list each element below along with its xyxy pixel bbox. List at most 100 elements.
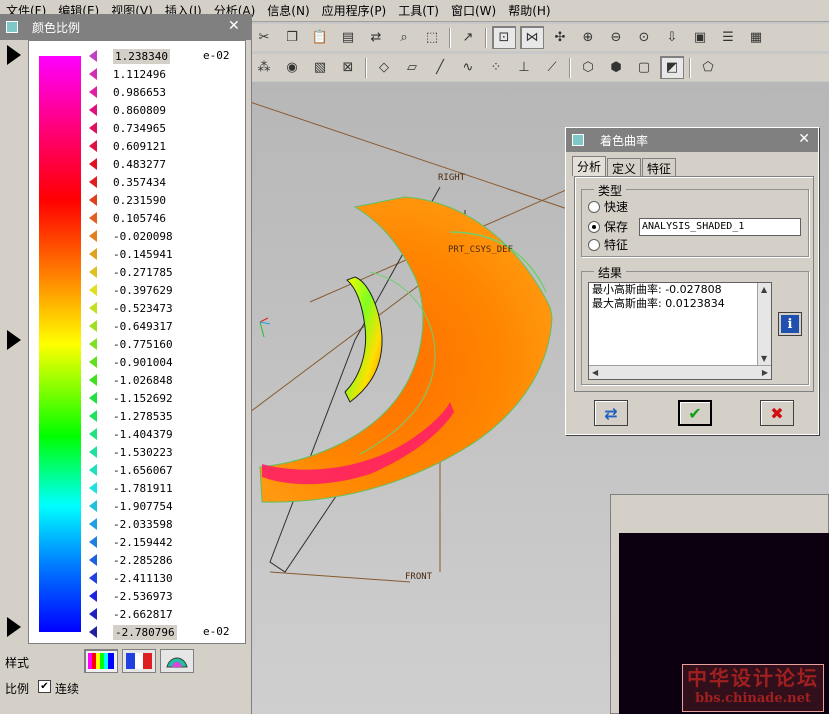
scale-marker-icon[interactable]: [89, 518, 97, 530]
scale-marker-icon[interactable]: [89, 68, 97, 80]
scale-marker-icon[interactable]: [89, 140, 97, 152]
result-horizontal-scrollbar[interactable]: ◀ ▶: [589, 365, 771, 379]
scale-marker-icon[interactable]: [89, 572, 97, 584]
scale-marker-icon[interactable]: [89, 482, 97, 494]
paste-icon[interactable]: 📋: [308, 26, 332, 49]
info-button[interactable]: i: [778, 312, 802, 336]
scale-value[interactable]: -2.780796: [113, 624, 177, 640]
copy-icon[interactable]: ❐: [280, 26, 304, 49]
tab-analysis[interactable]: 分析: [572, 156, 607, 176]
radio-save[interactable]: [588, 220, 600, 233]
scale-marker-icon[interactable]: [89, 104, 97, 116]
radio-save-row[interactable]: 保存: [588, 218, 628, 235]
analysis-name-input[interactable]: ANALYSIS_SHADED_1: [639, 218, 801, 236]
dialog-titlebar[interactable]: 着色曲率: [566, 128, 818, 152]
shade-icon[interactable]: ◉: [280, 56, 304, 79]
point-display-icon[interactable]: ⁘: [484, 56, 508, 79]
radio-quick[interactable]: [588, 200, 600, 213]
axis-line-icon[interactable]: ╱: [428, 56, 452, 79]
shaded-surface[interactable]: [259, 196, 553, 503]
refit-icon[interactable]: ⊡: [492, 26, 516, 49]
scale-marker-icon[interactable]: [89, 428, 97, 440]
scale-marker-icon[interactable]: [89, 158, 97, 170]
paste-special-icon[interactable]: ▤: [336, 26, 360, 49]
zoom-out-icon[interactable]: ⊖: [604, 26, 628, 49]
select-box-icon[interactable]: ⬚: [420, 26, 444, 49]
tab-definition[interactable]: 定义: [607, 158, 642, 176]
scale-marker-icon[interactable]: [89, 194, 97, 206]
scale-marker-icon[interactable]: [89, 122, 97, 134]
scale-marker-icon[interactable]: [89, 320, 97, 332]
scroll-up-icon[interactable]: ▲: [761, 285, 767, 294]
tab-feature[interactable]: 特征: [642, 158, 677, 176]
scale-marker-icon[interactable]: [89, 284, 97, 296]
close-icon[interactable]: ✕: [798, 131, 810, 147]
menu-window[interactable]: 窗口(W): [451, 2, 504, 19]
range-mid-arrow-icon[interactable]: [7, 330, 21, 350]
orient-icon[interactable]: ✣: [548, 26, 572, 49]
close-icon[interactable]: ✕: [228, 18, 240, 34]
menu-tools[interactable]: 工具(T): [398, 2, 447, 19]
zoom-in-icon[interactable]: ⊕: [576, 26, 600, 49]
menu-applications[interactable]: 应用程序(P): [322, 2, 395, 19]
range-top-arrow-icon[interactable]: [7, 45, 21, 65]
cut-icon[interactable]: ✂: [252, 26, 276, 49]
model-display-icon[interactable]: ▦: [744, 26, 768, 49]
scale-marker-icon[interactable]: [89, 500, 97, 512]
no-hidden-icon[interactable]: ▢: [632, 56, 656, 79]
range-bottom-arrow-icon[interactable]: [7, 617, 21, 637]
scale-marker-icon[interactable]: [89, 446, 97, 458]
scroll-down-icon[interactable]: ▼: [761, 354, 767, 363]
style-spectrum-button[interactable]: [84, 649, 118, 673]
scale-marker-icon[interactable]: [89, 536, 97, 548]
menu-info[interactable]: 信息(N): [267, 2, 317, 19]
hidden-line-icon[interactable]: ⬢: [604, 56, 628, 79]
scale-marker-icon[interactable]: [89, 356, 97, 368]
radio-quick-row[interactable]: 快速: [588, 198, 628, 215]
scale-marker-icon[interactable]: [89, 554, 97, 566]
reorient-icon[interactable]: ⇩: [660, 26, 684, 49]
cancel-button[interactable]: ✖: [760, 400, 794, 426]
scale-marker-icon[interactable]: [89, 410, 97, 422]
curve-display-icon[interactable]: ∿: [456, 56, 480, 79]
scale-marker-icon[interactable]: [89, 392, 97, 404]
plane-display-icon[interactable]: ◇: [372, 56, 396, 79]
close-window-icon[interactable]: ⊠: [336, 56, 360, 79]
scale-marker-icon[interactable]: [89, 608, 97, 620]
wireframe-icon[interactable]: ⬡: [576, 56, 600, 79]
color-scale-titlebar[interactable]: 颜色比例: [0, 14, 251, 40]
edit-icon[interactable]: ⬠: [696, 56, 720, 79]
scale-marker-icon[interactable]: [89, 464, 97, 476]
image-icon[interactable]: ▧: [308, 56, 332, 79]
menu-help[interactable]: 帮助(H): [508, 2, 558, 19]
layers-icon[interactable]: ☰: [716, 26, 740, 49]
scale-marker-icon[interactable]: [89, 302, 97, 314]
saved-views-icon[interactable]: ▣: [688, 26, 712, 49]
result-vertical-scrollbar[interactable]: ▲ ▼: [757, 283, 771, 365]
style-surface-button[interactable]: [160, 649, 194, 673]
radio-feature[interactable]: [588, 238, 600, 251]
scroll-left-icon[interactable]: ◀: [592, 368, 598, 377]
shading-icon[interactable]: ◩: [660, 56, 684, 79]
result-textbox[interactable]: 最小高斯曲率: -0.027808 最大高斯曲率: 0.0123834 ▲ ▼ …: [588, 282, 772, 380]
scale-marker-icon[interactable]: [89, 248, 97, 260]
continuous-checkbox[interactable]: ✔: [38, 680, 51, 693]
regenerate-icon[interactable]: ⇄: [364, 26, 388, 49]
scale-value[interactable]: 1.238340: [113, 48, 170, 64]
radio-feature-row[interactable]: 特征: [588, 236, 628, 253]
scale-marker-icon[interactable]: [89, 374, 97, 386]
datum-icon[interactable]: ⁂: [252, 56, 276, 79]
repaint-button[interactable]: ⇄: [594, 400, 628, 426]
csys-display-icon[interactable]: ⊥: [512, 56, 536, 79]
scale-marker-icon[interactable]: [89, 590, 97, 602]
find-icon[interactable]: ⌕: [392, 26, 416, 49]
scale-marker-icon[interactable]: [89, 230, 97, 242]
scale-marker-icon[interactable]: [89, 176, 97, 188]
spin-icon[interactable]: ⟋: [540, 56, 564, 79]
annotation-icon[interactable]: ↗: [456, 26, 480, 49]
scroll-right-icon[interactable]: ▶: [762, 368, 768, 377]
ok-button[interactable]: ✔: [678, 400, 712, 426]
scale-marker-icon[interactable]: [89, 50, 97, 62]
scale-marker-icon[interactable]: [89, 266, 97, 278]
scale-marker-icon[interactable]: [89, 338, 97, 350]
